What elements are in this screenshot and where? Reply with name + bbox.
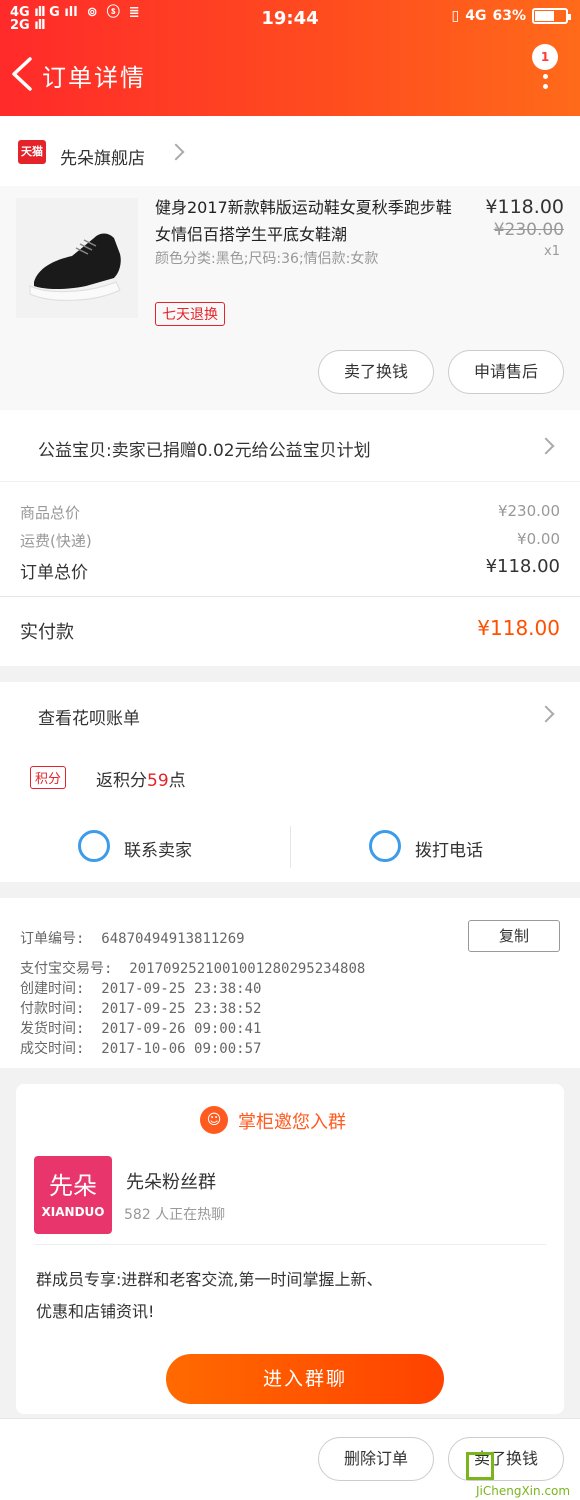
product-price: ¥118.00: [485, 196, 564, 218]
watermark: JiChengXin.com: [464, 1446, 580, 1500]
chevron-right-icon: [537, 437, 555, 455]
watermark-text: JiChengXin.com: [476, 1484, 571, 1498]
page-title: 订单详情: [42, 64, 146, 92]
group-name: 先朵粉丝群: [126, 1172, 216, 1193]
tmall-logo: 天猫: [18, 140, 46, 164]
order-total-value: ¥118.00: [485, 556, 560, 577]
delete-order-button[interactable]: 删除订单: [318, 1437, 434, 1481]
shipped-label: 发货时间:: [20, 1021, 85, 1037]
points-suffix: 点: [168, 771, 186, 791]
shipping-value: ¥0.00: [517, 530, 560, 548]
chevron-right-icon: [167, 143, 185, 161]
alipay-row: 支付宝交易号: 2017092521001001280295234808: [20, 958, 365, 978]
call-phone-button[interactable]: 拨打电话: [291, 818, 580, 874]
network-right-label: 4G: [465, 8, 487, 24]
alipay-label: 支付宝交易号:: [20, 961, 113, 977]
created-row: 创建时间: 2017-09-25 23:38:40: [20, 978, 261, 998]
points-value: 59: [147, 771, 169, 791]
group-logo: 先朵 XIANDUO: [34, 1156, 112, 1234]
group-desc-line2: 优惠和店铺资讯!: [36, 1302, 155, 1321]
done-value: 2017-10-06 09:00:57: [101, 1041, 262, 1057]
done-label: 成交时间:: [20, 1041, 85, 1057]
group-online-count: 582 人正在热聊: [124, 1207, 226, 1223]
battery-percent: 63%: [492, 8, 526, 24]
back-arrow-icon[interactable]: [8, 56, 38, 92]
points-prefix: 返积分: [96, 771, 147, 791]
paid-time-label: 付款时间:: [20, 1001, 85, 1017]
paid-label: 实付款: [20, 622, 74, 643]
goods-total-label: 商品总价: [20, 504, 81, 522]
shipped-value: 2017-09-26 09:00:41: [101, 1021, 262, 1037]
goods-total-value: ¥230.00: [497, 502, 560, 520]
phone-icon: [369, 830, 401, 862]
charity-text: 公益宝贝:卖家已捐赠0.02元给公益宝贝计划: [38, 441, 371, 461]
paid-value: ¥118.00: [477, 616, 560, 640]
vibrate-icon: ▯: [451, 8, 460, 24]
chat-icon: [78, 830, 110, 862]
done-row: 成交时间: 2017-10-06 09:00:57: [20, 1038, 261, 1058]
order-number-value: 64870494913811269: [101, 931, 245, 947]
charity-row[interactable]: 公益宝贝:卖家已捐赠0.02元给公益宝贝计划: [0, 410, 580, 482]
group-logo-cn: 先朵: [49, 1172, 97, 1200]
points-text: 返积分59点: [96, 766, 186, 791]
paid-time-row: 付款时间: 2017-09-25 23:38:52: [20, 998, 261, 1018]
price-summary-card: 公益宝贝:卖家已捐赠0.02元给公益宝贝计划 商品总价 ¥230.00 运费(快…: [0, 410, 580, 666]
fan-group-card: ☺ 掌柜邀您入群 先朵 XIANDUO 先朵粉丝群 582 人正在热聊 群成员专…: [16, 1084, 564, 1414]
group-logo-en: XIANDUO: [41, 1205, 105, 1219]
created-label: 创建时间:: [20, 981, 85, 997]
sell-exchange-button[interactable]: 卖了换钱: [318, 350, 434, 394]
product-image[interactable]: [16, 198, 138, 318]
status-bar: 4G ıll G ıll ⊚ ⓢ ≣ 2G ıll 19:44 ▯ 4G 63%: [0, 0, 580, 38]
order-number-row: 订单编号: 64870494913811269: [20, 928, 245, 948]
divider: [34, 1244, 546, 1245]
store-name: 先朵旗舰店: [60, 149, 145, 169]
group-invite-icon: ☺: [200, 1106, 228, 1134]
join-group-button[interactable]: 进入群聊: [166, 1354, 444, 1404]
huabei-text: 查看花呗账单: [38, 709, 140, 729]
product-original-price: ¥230.00: [493, 220, 564, 240]
store-row[interactable]: 天猫 先朵旗舰店: [0, 116, 580, 186]
watermark-logo-icon: [466, 1452, 494, 1480]
order-total-label: 订单总价: [20, 563, 88, 583]
alipay-value: 2017092521001001280295234808: [129, 961, 366, 977]
chevron-right-icon: [537, 705, 555, 723]
more-menu-button[interactable]: 1: [532, 44, 562, 94]
shipped-row: 发货时间: 2017-09-26 09:00:41: [20, 1018, 261, 1038]
battery-icon: [532, 8, 571, 24]
after-sale-button[interactable]: 申请售后: [448, 350, 564, 394]
call-phone-label: 拨打电话: [415, 841, 483, 861]
copy-button[interactable]: 复制: [468, 920, 560, 952]
header-bar: 4G ıll G ıll ⊚ ⓢ ≣ 2G ıll 19:44 ▯ 4G 63%…: [0, 0, 580, 116]
paid-time-value: 2017-09-25 23:38:52: [101, 1001, 262, 1017]
product-spec: 颜色分类:黑色;尺码:36;情侣款:女款: [155, 251, 379, 267]
more-dot-icon: [543, 84, 548, 89]
divider: [0, 596, 580, 597]
product-row[interactable]: 健身2017新款韩版运动鞋女夏秋季跑步鞋女情侣百搭学生平底女鞋潮 颜色分类:黑色…: [0, 186, 580, 410]
huabei-row[interactable]: 查看花呗账单: [0, 682, 580, 746]
created-value: 2017-09-25 23:38:40: [101, 981, 262, 997]
more-dot-icon: [543, 74, 548, 79]
notification-badge: 1: [532, 44, 558, 70]
status-right: ▯ 4G 63%: [451, 8, 571, 24]
shipping-label: 运费(快递): [20, 532, 92, 550]
points-badge: 积分: [30, 766, 67, 789]
return-policy-tag: 七天退换: [155, 302, 225, 326]
contact-seller-label: 联系卖家: [124, 841, 192, 861]
contact-seller-button[interactable]: 联系卖家: [0, 818, 290, 874]
order-number-label: 订单编号:: [20, 931, 85, 947]
group-invite-title: 掌柜邀您入群: [238, 1112, 346, 1133]
product-quantity: x1: [544, 244, 560, 259]
group-desc-line1: 群成员专享:进群和老客交流,第一时间掌握上新、: [36, 1270, 383, 1289]
product-title[interactable]: 健身2017新款韩版运动鞋女夏秋季跑步鞋女情侣百搭学生平底女鞋潮: [155, 194, 465, 248]
